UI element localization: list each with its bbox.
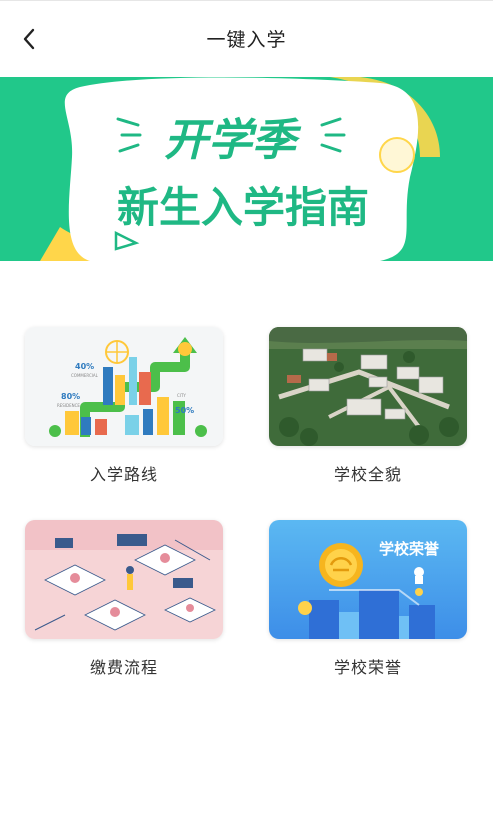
campus-overview-thumbnail (269, 327, 467, 446)
school-honors-card[interactable]: 学校荣誉 学校荣誉 (269, 520, 467, 678)
enrollment-route-label: 入学路线 (89, 465, 158, 484)
campus-overview-card[interactable]: 学校全貌 (269, 327, 467, 485)
enrollment-route-thumbnail: 40% COMMERCIAL 80% RESIDENCE 50% CITY (25, 327, 223, 446)
page-title: 一键入学 (206, 29, 287, 51)
banner-line2: 新生入学指南 (117, 183, 369, 232)
payment-process-card[interactable]: 缴费流程 (25, 520, 223, 678)
route-stat-3-label: CITY (177, 393, 186, 398)
campus-aerial-image (269, 327, 467, 446)
route-stat-2: 80% (61, 392, 80, 401)
campus-overview-label: 学校全貌 (333, 465, 402, 484)
banner-line1: 开学季 (164, 115, 302, 166)
route-stat-1-label: COMMERCIAL (71, 373, 99, 378)
route-stat-2-label: RESIDENCE (57, 403, 80, 408)
nav-bar: 一键入学 (0, 1, 493, 77)
payment-process-thumbnail (25, 520, 223, 639)
payment-isometric-illustration (25, 520, 223, 639)
route-stat-1: 40% (75, 362, 94, 371)
school-honors-thumbnail: 学校荣誉 (269, 520, 467, 639)
banner-illustration: 开学季 新生入学指南 (0, 77, 493, 261)
banner: 开学季 新生入学指南 (0, 77, 493, 261)
school-honors-label: 学校荣誉 (333, 658, 402, 677)
city-route-illustration: 40% COMMERCIAL 80% RESIDENCE 50% CITY (25, 327, 223, 446)
honors-title-badge: 学校荣誉 (379, 540, 440, 558)
honors-coin-illustration: 学校荣誉 (269, 520, 467, 639)
enrollment-route-card[interactable]: 40% COMMERCIAL 80% RESIDENCE 50% CITY 入学… (25, 327, 223, 485)
route-stat-3: 50% (175, 406, 194, 415)
payment-process-label: 缴费流程 (89, 658, 158, 677)
